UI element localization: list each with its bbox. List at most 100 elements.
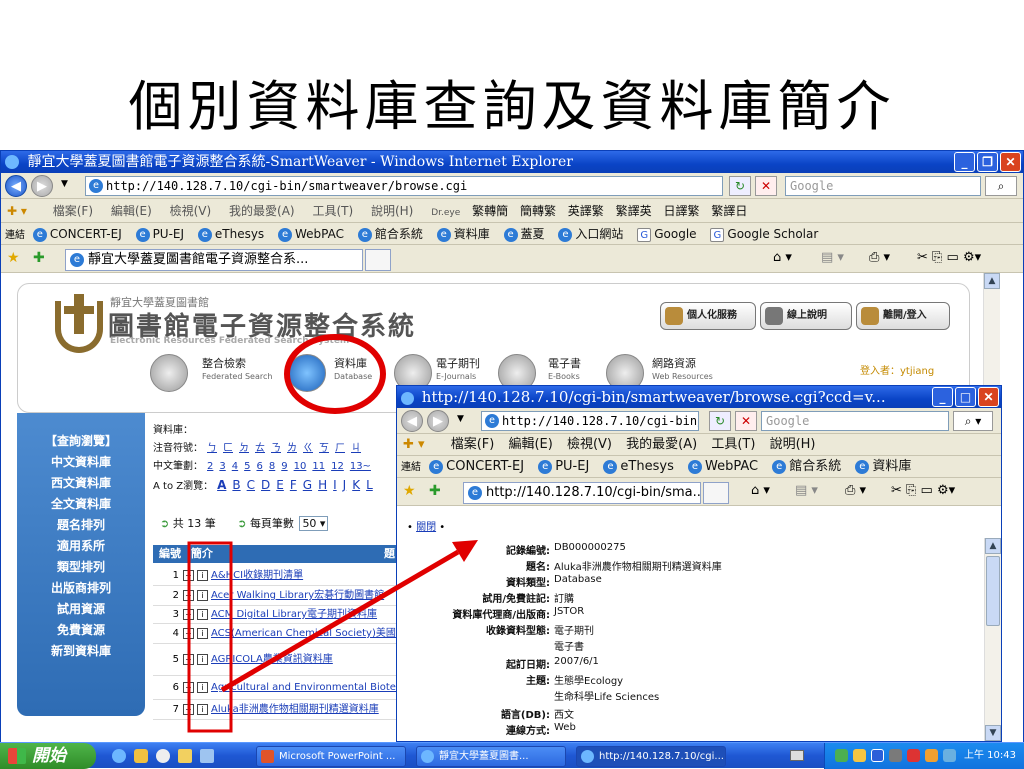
- stroke-link[interactable]: 4: [232, 461, 238, 472]
- link-portal[interactable]: e 入口網站: [558, 223, 623, 244]
- row-title-link[interactable]: ACM Digital Library電子期刊資料庫: [211, 609, 377, 620]
- sidebar-item-type-order[interactable]: 類型排列: [17, 557, 145, 578]
- popup-scrollbar[interactable]: ▲ ▼: [984, 538, 1001, 741]
- menu-edit[interactable]: 編輯(E): [111, 199, 152, 222]
- link-pu-ej[interactable]: e PU-EJ: [135, 223, 184, 244]
- zhuyin-link[interactable]: ㄍ: [303, 443, 313, 454]
- translate-btn-6[interactable]: 繁譯日: [711, 199, 747, 222]
- tray-icon-3[interactable]: [871, 749, 884, 762]
- expand-icon[interactable]: +: [183, 703, 194, 715]
- link-database[interactable]: e 資料庫: [436, 223, 490, 244]
- link-ethesys[interactable]: e eThesys: [197, 223, 264, 244]
- popup-new-tab-button[interactable]: [703, 482, 729, 504]
- popup-tab[interactable]: e http://140.128.7.10/cgi-bin/sma...: [463, 482, 701, 504]
- stroke-link[interactable]: 11: [312, 461, 325, 472]
- logout-button[interactable]: 離開/登入: [856, 302, 950, 330]
- row-title-link[interactable]: AGRICOLA農業資訊資料庫: [211, 654, 333, 665]
- popup-menu-view[interactable]: 檢視(V): [567, 434, 612, 455]
- info-icon[interactable]: i: [197, 627, 208, 639]
- expand-icon[interactable]: +: [183, 569, 194, 581]
- popup-feeds-icon[interactable]: ▤ ▾: [795, 483, 818, 498]
- task-browser-main[interactable]: 靜宜大學蓋夏圖書...: [416, 746, 566, 767]
- zhuyin-link[interactable]: ㄉ: [239, 443, 249, 454]
- quicklaunch-media-icon[interactable]: [156, 749, 170, 763]
- restore-button[interactable]: ❐: [977, 152, 998, 172]
- row-title-link[interactable]: Aluka非洲農作物相關期刊精選資料庫: [211, 704, 379, 715]
- expand-icon[interactable]: +: [183, 589, 194, 601]
- zhuyin-link[interactable]: ㄏ: [335, 443, 345, 454]
- popup-scroll-down-button[interactable]: ▼: [985, 725, 1001, 741]
- tray-icon-6[interactable]: [925, 749, 938, 762]
- stroke-link[interactable]: 10: [294, 461, 307, 472]
- personal-service-button[interactable]: 個人化服務: [660, 302, 756, 330]
- link-concert[interactable]: e CONCERT-EJ: [32, 223, 122, 244]
- task-powerpoint[interactable]: Microsoft PowerPoint ...: [256, 746, 406, 767]
- info-icon[interactable]: i: [197, 653, 208, 665]
- sidebar-item-new[interactable]: 新到資料庫: [17, 641, 145, 662]
- new-tab-button[interactable]: [365, 249, 391, 271]
- zhuyin-link[interactable]: ㄅ: [207, 443, 217, 454]
- back-button[interactable]: ◀: [5, 175, 27, 197]
- stroke-link[interactable]: 3: [219, 461, 225, 472]
- translate-btn-2[interactable]: 簡轉繁: [520, 199, 556, 222]
- info-icon[interactable]: i: [197, 681, 208, 693]
- popup-menu-favorites[interactable]: 我的最愛(A): [626, 434, 697, 455]
- info-icon[interactable]: i: [197, 569, 208, 581]
- popup-search-input[interactable]: Google: [761, 411, 949, 431]
- tray-icon-4[interactable]: [889, 749, 902, 762]
- stroke-link[interactable]: 6: [257, 461, 263, 472]
- add-favorites-icon[interactable]: ✚: [33, 250, 45, 266]
- online-help-button[interactable]: 線上說明: [760, 302, 852, 330]
- scroll-up-button[interactable]: ▲: [984, 273, 1000, 289]
- popup-scroll-up-button[interactable]: ▲: [985, 538, 1001, 554]
- stroke-link[interactable]: 2: [207, 461, 213, 472]
- tab-main[interactable]: e 靜宜大學蓋夏圖書館電子資源整合系...: [65, 249, 363, 271]
- row-title-link[interactable]: Acer Walking Library宏碁行動圖書館: [211, 590, 384, 601]
- cat-ebooks[interactable]: 電子書 E-Books: [548, 358, 581, 383]
- tray-icon-7[interactable]: [943, 749, 956, 762]
- translate-btn-5[interactable]: 日譯繁: [663, 199, 699, 222]
- quicklaunch-ie-icon[interactable]: [112, 749, 126, 763]
- row-title-link[interactable]: A&HCI收錄期刊清單: [211, 570, 303, 581]
- popup-link-ill[interactable]: e 館合系統: [772, 456, 841, 477]
- tools-icons[interactable]: ✂ ⎘ ▭ ⚙▾: [917, 250, 981, 265]
- popup-link-concert[interactable]: e CONCERT-EJ: [429, 456, 524, 477]
- menu-tools[interactable]: 工具(T): [312, 199, 353, 222]
- popup-link-webpac[interactable]: e WebPAC: [687, 456, 758, 477]
- forward-button[interactable]: ▶: [31, 175, 53, 197]
- menu-help[interactable]: 說明(H): [371, 199, 413, 222]
- az-link[interactable]: E: [276, 478, 284, 492]
- quicklaunch-desktop-icon[interactable]: [200, 749, 214, 763]
- keyboard-icon[interactable]: [790, 750, 804, 761]
- sidebar-item-publisher-order[interactable]: 出版商排列: [17, 578, 145, 599]
- popup-menu-tools[interactable]: 工具(T): [711, 434, 755, 455]
- az-link[interactable]: F: [290, 478, 297, 492]
- sidebar-item-departments[interactable]: 適用系所: [17, 536, 145, 557]
- minimize-button[interactable]: _: [954, 152, 975, 172]
- info-icon[interactable]: i: [197, 589, 208, 601]
- row-title-link[interactable]: Agricultural and Environmental Biotechno…: [211, 682, 399, 693]
- popup-minimize-button[interactable]: _: [932, 387, 953, 407]
- zhuyin-link[interactable]: ㄊ: [255, 443, 265, 454]
- popup-link-pu-ej[interactable]: e PU-EJ: [538, 456, 589, 477]
- close-link[interactable]: 關閉: [416, 522, 436, 533]
- stroke-link[interactable]: 8: [269, 461, 275, 472]
- popup-favorites-star-icon[interactable]: ★: [403, 483, 416, 499]
- az-link[interactable]: J: [343, 478, 347, 492]
- az-link[interactable]: A: [217, 478, 226, 492]
- sidebar-item-title-order[interactable]: 題名排列: [17, 515, 145, 536]
- link-webpac[interactable]: e WebPAC: [278, 223, 344, 244]
- translate-btn-3[interactable]: 英譯繁: [568, 199, 604, 222]
- nav-dropdown-icon[interactable]: ▼: [61, 179, 68, 189]
- sidebar-item-western-db[interactable]: 西文資料庫: [17, 473, 145, 494]
- cat-database[interactable]: 資料庫 Database: [334, 358, 372, 383]
- popup-tools-icons[interactable]: ✂ ⎘ ▭ ⚙▾: [891, 483, 955, 498]
- favorites-add-icon[interactable]: ✚ ▾: [7, 204, 27, 218]
- stop-icon[interactable]: ✕: [755, 176, 777, 196]
- popup-stop-icon[interactable]: ✕: [735, 411, 757, 431]
- popup-link-ethesys[interactable]: e eThesys: [603, 456, 674, 477]
- cat-federated[interactable]: 整合檢索 Federated Search: [202, 358, 272, 383]
- print-icon[interactable]: ⎙ ▾: [869, 250, 890, 265]
- az-link[interactable]: C: [247, 478, 255, 492]
- info-icon[interactable]: i: [197, 703, 208, 715]
